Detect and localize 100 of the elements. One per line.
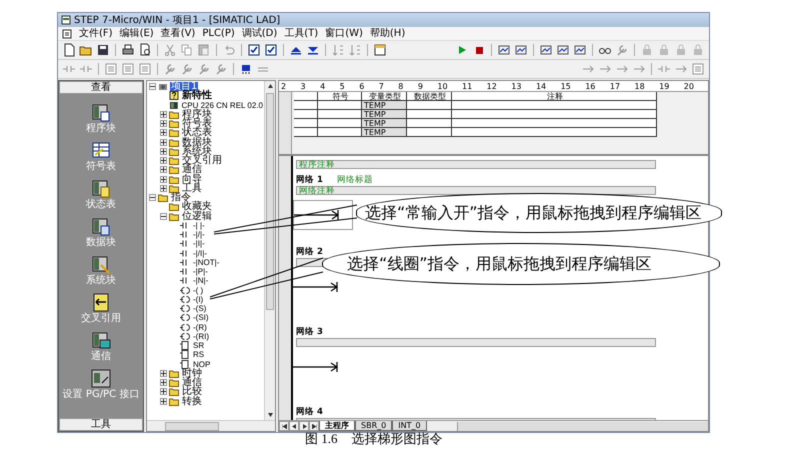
tree-item[interactable]: -|P|- (192, 267, 209, 276)
table-cell[interactable] (452, 119, 657, 128)
table-cell[interactable] (407, 119, 452, 128)
monitor-icon[interactable] (556, 43, 570, 57)
tree-item[interactable]: -|I|- (192, 239, 206, 248)
tree-item[interactable]: 收藏夹 (181, 202, 213, 212)
menu-item[interactable]: 编辑(E) (120, 28, 154, 40)
horizontal-scrollbar[interactable] (147, 420, 275, 431)
first-icon[interactable] (282, 424, 286, 428)
tree-item[interactable]: 数据块 (181, 138, 213, 147)
checkbox-icon[interactable] (264, 43, 278, 57)
chip-icon[interactable] (239, 62, 253, 76)
print-icon[interactable] (121, 43, 135, 57)
tree-item[interactable]: 时钟 (181, 368, 203, 378)
comment-bar[interactable]: 程序注释 (296, 160, 656, 169)
tree-item[interactable]: -( ) (192, 286, 204, 295)
monitor-icon[interactable] (573, 43, 587, 57)
tree-item[interactable]: 交叉引用 (181, 156, 223, 166)
tree-item[interactable]: 位逻辑 (181, 212, 213, 221)
table-cell[interactable] (407, 128, 452, 137)
table-cell[interactable] (318, 101, 362, 110)
last-icon[interactable] (312, 424, 316, 428)
ladder-icon[interactable] (121, 62, 135, 76)
row-header[interactable] (294, 101, 318, 110)
table-cell[interactable] (407, 110, 452, 119)
expand-toggle[interactable] (160, 379, 167, 386)
tree-item[interactable]: -| |- (192, 220, 206, 230)
menu-item[interactable]: 文件(F) (79, 28, 113, 40)
window-icon[interactable] (373, 43, 387, 57)
expand-toggle[interactable] (160, 157, 167, 164)
ladder-icon[interactable] (691, 62, 705, 76)
expand-toggle[interactable] (160, 398, 167, 405)
tree-item[interactable]: 指令 (170, 193, 192, 202)
tree-item[interactable]: CPU 226 CN REL 02.0 (180, 100, 264, 110)
table-cell[interactable] (407, 101, 452, 110)
tree-item[interactable]: -(SI) (192, 313, 210, 322)
menu-document-icon[interactable] (62, 28, 72, 38)
tree-item[interactable]: -(RI) (192, 332, 210, 341)
new-file-icon[interactable] (62, 43, 76, 57)
row-header[interactable] (294, 119, 318, 128)
expand-toggle[interactable] (160, 129, 167, 136)
row-header[interactable] (294, 128, 318, 137)
expand-toggle[interactable] (160, 388, 167, 396)
menu-item[interactable]: 工具(T) (284, 28, 318, 40)
ladder-icon[interactable] (138, 62, 152, 76)
checkbox-icon[interactable] (247, 43, 261, 57)
monitor-icon[interactable] (539, 43, 553, 57)
expand-toggle[interactable] (160, 184, 167, 192)
tree-item[interactable]: 符号表 (181, 119, 213, 128)
table-cell[interactable] (318, 128, 362, 137)
collapse-toggle[interactable] (149, 83, 156, 90)
tree-item[interactable]: -|/I|- (192, 248, 208, 258)
row-header[interactable] (294, 110, 318, 119)
monitor-icon[interactable] (497, 43, 511, 57)
tree-item[interactable]: RS (192, 350, 206, 360)
expand-toggle[interactable] (160, 110, 167, 118)
table-cell[interactable] (318, 119, 362, 128)
tree-item[interactable]: -(S) (192, 304, 208, 314)
tree-item[interactable]: SR (192, 341, 206, 350)
table-cell[interactable] (318, 110, 362, 119)
horizontal-scrollbar[interactable] (457, 422, 708, 431)
collapse-toggle[interactable] (149, 194, 156, 202)
tree-item[interactable]: NOP (192, 360, 212, 369)
tree-item[interactable]: 向导 (181, 174, 203, 184)
tree-item[interactable]: -|/|- (192, 230, 206, 240)
menu-item[interactable]: 帮助(H) (370, 28, 406, 40)
expand-toggle[interactable] (160, 138, 167, 146)
menu-item[interactable]: 窗口(W) (325, 28, 363, 40)
monitor-icon[interactable] (514, 43, 528, 57)
ladder-icon[interactable] (104, 62, 118, 76)
tree-item[interactable]: 新特性 (181, 91, 213, 100)
network-title[interactable]: 网络标题 (336, 174, 373, 186)
tab[interactable]: SBR_0 (355, 421, 392, 431)
expand-toggle[interactable] (160, 176, 167, 183)
next-icon[interactable] (302, 424, 306, 428)
comment-bar[interactable]: 网络注释 (296, 186, 656, 195)
collapse-toggle[interactable] (160, 212, 167, 220)
tree-item[interactable]: -|N|- (192, 276, 210, 286)
expand-toggle[interactable] (160, 148, 167, 155)
tree-item[interactable]: -(I) (192, 294, 204, 304)
panel-footer[interactable]: 工具 (59, 418, 143, 431)
tree-item[interactable]: 比较 (181, 387, 203, 396)
tree-item[interactable]: 工具 (181, 184, 203, 193)
menu-item[interactable]: PLC(P) (202, 28, 235, 40)
vertical-scrollbar[interactable] (264, 81, 275, 420)
tree-item[interactable]: 转换 (181, 396, 203, 406)
rung-cursor[interactable] (293, 200, 353, 230)
expand-toggle[interactable] (160, 166, 167, 174)
tree-item[interactable]: -(R) (192, 322, 208, 332)
tree-item[interactable]: -|NOT|- (192, 258, 220, 267)
table-cell[interactable] (452, 101, 657, 110)
prev-icon[interactable] (292, 424, 296, 428)
tree-item[interactable]: 系统块 (181, 146, 213, 156)
scroll-down-icon[interactable] (268, 413, 272, 417)
expand-toggle[interactable] (160, 120, 167, 128)
tree-item[interactable]: 通信 (181, 165, 203, 174)
tree-item[interactable]: 程序块 (181, 110, 213, 119)
save-icon[interactable] (96, 43, 110, 57)
print-preview-icon[interactable] (138, 43, 152, 57)
menu-item[interactable]: 查看(V) (160, 28, 196, 40)
